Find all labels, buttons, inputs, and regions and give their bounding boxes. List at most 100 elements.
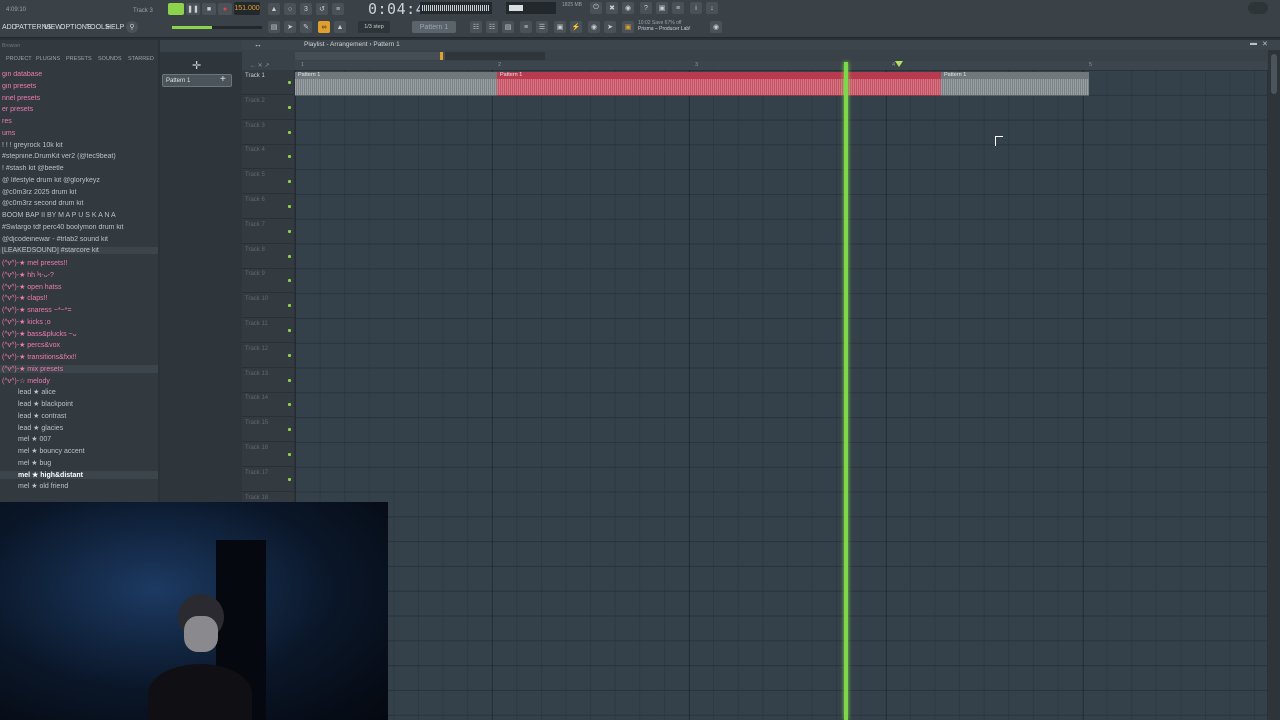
info-icon[interactable]: i — [690, 2, 702, 14]
browser-item[interactable]: (^v^)-★ mel presets!! — [0, 259, 158, 267]
clip-pattern-1-selected[interactable]: Pattern 1 — [497, 72, 941, 96]
track-mute-led[interactable] — [288, 229, 291, 233]
track-header[interactable]: Track 5 — [242, 169, 294, 195]
snap-icon[interactable]: ↔ — [254, 40, 262, 49]
tab-starred[interactable]: STARRED — [128, 56, 154, 62]
browser-item[interactable]: @c0m3rz 2025 drum kit — [0, 189, 158, 196]
track-mute-led[interactable] — [288, 353, 291, 357]
track-mute-led[interactable] — [288, 453, 291, 456]
browser-item[interactable]: gin presets — [0, 83, 158, 90]
mixer-icon[interactable]: ≡ — [672, 2, 684, 14]
save-icon[interactable]: ▣ — [656, 2, 668, 14]
track-header[interactable]: Track 12 — [242, 343, 294, 368]
track-mute-led[interactable] — [288, 254, 291, 258]
timeline-ruler[interactable]: 1 2 3 4 5 — [295, 61, 1267, 70]
pencil-icon[interactable]: ✎ — [300, 21, 312, 33]
browser-item[interactable]: @c0m3rz second drum kit — [0, 200, 158, 207]
power-icon[interactable]: ⏻ — [590, 2, 602, 14]
browser-item[interactable]: @ lifestyle drum kit @glorykeyz — [0, 177, 158, 184]
track-mute-led[interactable] — [288, 205, 291, 208]
track-header[interactable]: Track 4 — [242, 144, 294, 170]
add-icon[interactable]: ✛ — [192, 59, 201, 72]
browser-item[interactable]: mel ★ 007 — [0, 435, 158, 443]
track-mute-led[interactable] — [288, 105, 291, 109]
track-mute-led[interactable] — [288, 81, 291, 84]
browser-item[interactable]: @djcodeinewar - #trlab2 sound kit — [0, 236, 158, 243]
browser-item[interactable]: (^v^)-★ bass&plucks ~ᴗ — [0, 330, 158, 338]
track-header[interactable]: Track 2 — [242, 95, 294, 120]
track-mute-led[interactable] — [288, 477, 291, 481]
track-header[interactable]: Track 8 — [242, 244, 294, 269]
mic-icon[interactable]: ◉ — [622, 2, 634, 14]
track-mute-led[interactable] — [288, 130, 291, 134]
metronome-icon[interactable]: ▲ — [268, 3, 280, 15]
plug-icon[interactable]: ⚡ — [570, 21, 582, 33]
tab-project[interactable]: PROJECT — [6, 56, 32, 62]
browser-item[interactable]: mel ★ bouncy accent — [0, 447, 158, 455]
stamp-icon[interactable]: ▲ — [334, 21, 346, 33]
browser-item[interactable]: lead ★ contrast — [0, 412, 158, 420]
main-pitch-slider[interactable] — [172, 26, 262, 29]
browser-item[interactable]: #Swlargo tdf perc40 boolymon drum kit — [0, 224, 158, 231]
track-header[interactable]: Track 11 — [242, 318, 294, 343]
news-panel[interactable]: 10:02 Save 67% off Prisma – Producer Lab… — [638, 20, 714, 36]
countdown-icon[interactable]: 3 — [300, 3, 312, 15]
browser-item[interactable]: res — [0, 118, 158, 125]
browser-item[interactable]: (^v^)-★ open hatss — [0, 283, 158, 291]
piano-roll-icon[interactable]: ▤ — [502, 21, 514, 33]
close-icon[interactable]: ✕ — [1262, 40, 1268, 48]
news-icon[interactable]: ▣ — [622, 21, 634, 33]
channel-rack-icon[interactable]: ☷ — [470, 21, 482, 33]
clip-pattern-1[interactable]: Pattern 1 — [295, 72, 497, 96]
browser-item[interactable]: nnel presets — [0, 95, 158, 102]
track-header[interactable]: Track 15 — [242, 417, 294, 443]
clip-pattern-1-end[interactable]: Pattern 1 — [941, 72, 1089, 96]
browser-item[interactable]: ! ! ! greyrock 10k kit — [0, 142, 158, 149]
browser-item[interactable]: (^v^)-★ hh Ϟ-ᴗ-? — [0, 271, 158, 279]
vertical-scrollbar[interactable] — [1268, 50, 1280, 720]
add-pattern-icon[interactable]: + — [220, 74, 226, 85]
track-header[interactable]: Track 14 — [242, 392, 294, 418]
track-header[interactable]: Track 3 — [242, 120, 294, 145]
track-mute-led[interactable] — [288, 378, 291, 382]
track-header[interactable]: Track 13 — [242, 368, 294, 393]
track-mute-led[interactable] — [288, 180, 291, 184]
record-button[interactable]: ● — [218, 3, 232, 15]
track-header[interactable]: Track 9 — [242, 268, 294, 294]
browser-item[interactable]: (^v^)-★ kicks ;o — [0, 318, 158, 326]
browser-item[interactable]: lead ★ alice — [0, 388, 158, 396]
browser-item[interactable]: gin database — [0, 71, 158, 78]
browser-item[interactable]: ! #stash kit @beetle — [0, 165, 158, 172]
share-icon[interactable]: ➤ — [604, 21, 616, 33]
playlist-grid[interactable]: Pattern 1 Pattern 1 Pattern 1 — [295, 70, 1267, 720]
browser-item[interactable]: #stepnine.DrumKit ver2 (@tec9beat) — [0, 153, 158, 160]
tab-sounds[interactable]: SOUNDS — [98, 56, 122, 62]
browser-item[interactable]: er presets — [0, 106, 158, 113]
link-icon[interactable]: ∞ — [318, 21, 330, 33]
magnifier-icon[interactable]: ⚲ — [126, 21, 138, 33]
snap-selector[interactable]: 1/3 step — [358, 21, 390, 33]
stop-button[interactable]: ■ — [202, 3, 216, 15]
step-icon[interactable]: ≡ — [332, 3, 344, 15]
track-header[interactable]: Track 16 — [242, 442, 294, 467]
track-mute-led[interactable] — [288, 155, 291, 159]
hint-icon[interactable]: ◉ — [588, 21, 600, 33]
tab-presets[interactable]: PRESETS — [66, 56, 92, 62]
help-icon[interactable]: ? — [640, 2, 652, 14]
track-mute-led[interactable] — [288, 428, 291, 432]
browser-item[interactable]: lead ★ blackpoint — [0, 400, 158, 408]
browser-item[interactable]: (^v^)-★ transitions&fxx!! — [0, 353, 158, 361]
track-header[interactable]: Track 6 — [242, 194, 294, 219]
tab-plugins[interactable]: PLUGINS — [36, 56, 60, 62]
browser-item[interactable]: ums — [0, 130, 158, 137]
minimize-icon[interactable]: ▬ — [1250, 40, 1257, 47]
browser-icon[interactable]: ☰ — [536, 21, 548, 33]
browser-item[interactable]: [LEAKEDSOUND] #starcore kit — [0, 247, 158, 255]
loop-icon[interactable]: ↺ — [316, 3, 328, 15]
master-volume-slider[interactable] — [506, 2, 556, 14]
pattern-selector[interactable]: Pattern 1 — [412, 21, 456, 33]
track-mute-led[interactable] — [288, 279, 291, 283]
browser-item[interactable]: BOOM BAP II BY M A P U S K A N A — [0, 212, 158, 219]
tool-icons[interactable]: ← ✕ ↗ — [250, 62, 269, 69]
wait-icon[interactable]: ○ — [284, 3, 296, 15]
